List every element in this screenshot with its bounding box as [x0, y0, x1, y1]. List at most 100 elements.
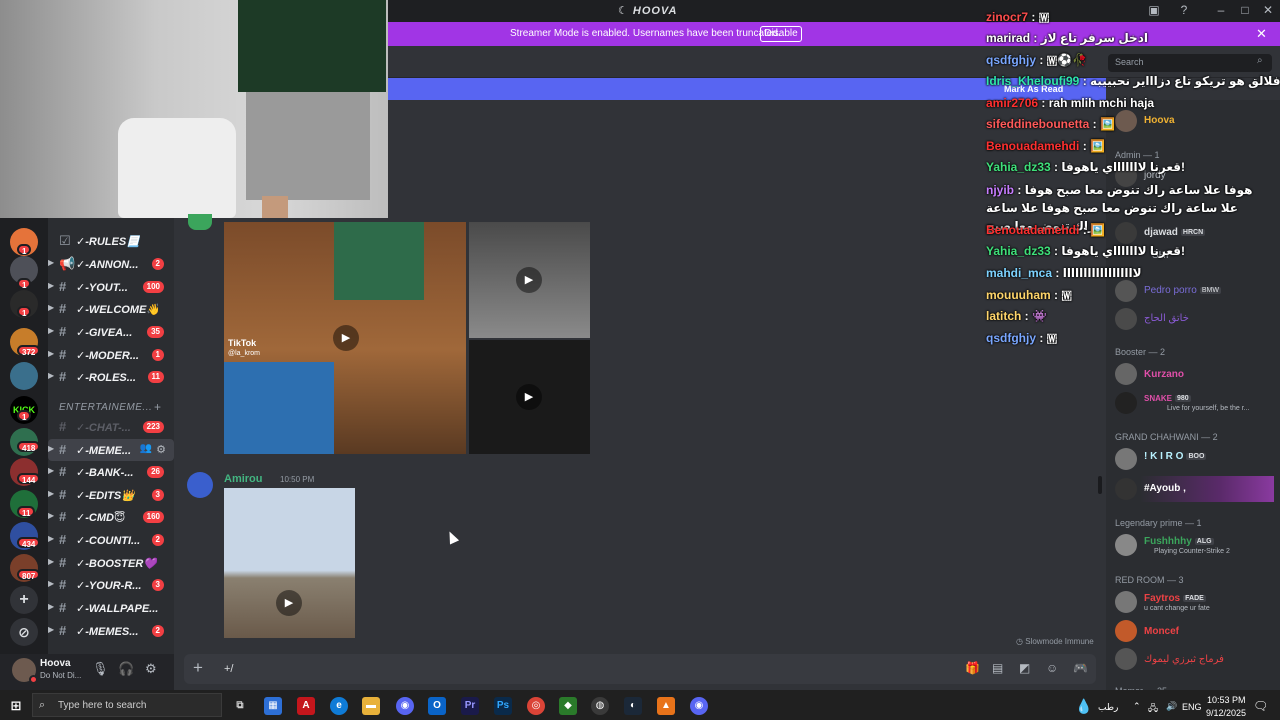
minimize-button[interactable]: – [1213, 3, 1229, 17]
close-window-button[interactable]: ✕ [1260, 3, 1276, 17]
play-icon[interactable]: ▶ [276, 590, 302, 616]
channel-chat[interactable]: # ✓-CHAT-... 223 [48, 416, 174, 438]
obs-icon[interactable]: ◍ [591, 697, 609, 715]
channel-bank[interactable]: ▶ # ✓-BANK-... 26 [48, 461, 174, 483]
discord-icon[interactable]: ◉ [396, 697, 414, 715]
microphone-icon[interactable]: 🎙 [92, 661, 109, 677]
avatar[interactable] [1115, 591, 1137, 613]
avatar[interactable] [1115, 648, 1137, 670]
avatar[interactable] [1115, 280, 1137, 302]
scrollbar-thumb[interactable] [1098, 476, 1102, 494]
inbox-icon[interactable]: ▣ [1146, 3, 1162, 17]
chevron-up-icon[interactable]: ⌃ [1133, 701, 1141, 712]
message-author[interactable]: Amirou [224, 473, 263, 485]
photoshop-icon[interactable]: Ps [494, 697, 512, 715]
play-icon[interactable]: ▶ [516, 267, 542, 293]
channel-counting[interactable]: ▶ # ✓-COUNTI... 2 [48, 529, 174, 551]
gift-icon[interactable]: 🎁 [965, 661, 980, 675]
language-indicator[interactable]: ENG [1182, 702, 1202, 712]
sticker-icon[interactable]: ◩ [1019, 661, 1030, 675]
clock-date[interactable]: 9/12/2025 [1206, 708, 1246, 718]
avatar[interactable] [1115, 110, 1137, 132]
app-icon[interactable]: ▲ [657, 697, 675, 715]
avatar[interactable] [1115, 308, 1137, 330]
notification-icon[interactable]: 🗨 [1253, 699, 1268, 713]
member-name[interactable]: خاتق الحاج [1144, 313, 1189, 324]
add-attachment-icon[interactable]: + [193, 658, 203, 678]
store-icon[interactable]: ▦ [264, 697, 282, 715]
windows-start-icon[interactable]: ⊞ [7, 697, 25, 715]
member-name[interactable]: Moncef [1144, 626, 1179, 637]
video-attachment[interactable]: ▶ [469, 340, 590, 454]
disable-button[interactable]: Disable [760, 26, 802, 42]
premiere-icon[interactable]: Pr [461, 697, 479, 715]
gif-icon[interactable]: ▤ [992, 661, 1003, 675]
edge-icon[interactable]: e [330, 697, 348, 715]
steam-icon[interactable]: ◐ [624, 697, 642, 715]
channel-edits[interactable]: ▶ # ✓-EDITS👑 3 [48, 484, 174, 506]
play-icon[interactable]: ▶ [333, 325, 359, 351]
banner-close-icon[interactable]: ✕ [1256, 26, 1267, 42]
headphones-icon[interactable]: 🎧 [118, 661, 134, 677]
task-view-icon[interactable]: ⧉ [231, 697, 249, 715]
member-name[interactable]: فرماج ثبرزي ليموك [1144, 654, 1224, 665]
channel-announcements[interactable]: ▶ 📢 ✓-ANNON... 2 [48, 253, 174, 275]
channel-giveaways[interactable]: ▶ # ✓-GIVEA... 35 [48, 321, 174, 343]
member-name[interactable]: Hoova [1144, 115, 1175, 126]
gear-icon[interactable]: ⚙ [156, 443, 166, 456]
clock-time[interactable]: 10:53 PM [1207, 695, 1246, 705]
add-channel-icon[interactable]: + [154, 400, 161, 414]
channel-memes-selected[interactable]: ▶ # ✓-MEME... 👥 ⚙ [48, 439, 174, 461]
maximize-button[interactable]: □ [1237, 3, 1253, 17]
channel-memes-2[interactable]: ▶ # ✓-MEMES... 2 [48, 620, 174, 642]
channel-rules[interactable]: ☑ ✓-RULES📃 [48, 230, 174, 252]
member-name[interactable]: #Ayoub , [1144, 483, 1186, 494]
composer-text[interactable]: +/ [224, 663, 233, 675]
add-server-icon[interactable]: + [10, 586, 38, 614]
volume-icon[interactable]: 🔊 [1166, 701, 1177, 712]
server-icon[interactable] [10, 362, 38, 390]
username[interactable]: Hoova [40, 658, 71, 669]
gear-icon[interactable]: ⚙ [145, 661, 157, 677]
add-member-icon[interactable]: 👥 [140, 443, 152, 454]
adobe-icon[interactable]: A [297, 697, 315, 715]
network-icon[interactable]: 🖧 [1148, 701, 1158, 717]
channel-cmd[interactable]: ▶ # ✓-CMD😇 160 [48, 506, 174, 528]
channel-welcome[interactable]: ▶ # ✓-WELCOME👋 [48, 298, 174, 320]
activity-icon[interactable]: 🎮 [1073, 661, 1088, 675]
avatar[interactable] [1115, 392, 1137, 414]
weather-icon[interactable]: 💧 [1075, 697, 1093, 715]
avatar[interactable] [1115, 534, 1137, 556]
category-label[interactable]: ENTERTAINEME... [59, 402, 152, 413]
bot-avatar[interactable] [188, 214, 212, 230]
file-explorer-icon[interactable]: ▬ [362, 697, 380, 715]
video-attachment[interactable]: TikTok @la_krom ▶ [224, 222, 466, 454]
member-name[interactable]: Faytros FADE [1144, 593, 1206, 604]
channel-roles[interactable]: ▶ # ✓-ROLES... 11 [48, 366, 174, 388]
discover-icon[interactable]: ⊘ [10, 618, 38, 646]
member-name[interactable]: Pedro porro BMW [1144, 285, 1221, 296]
avatar[interactable] [1115, 363, 1137, 385]
video-attachment[interactable]: ▶ [469, 222, 590, 338]
member-name[interactable]: Fushhhhy ALG [1144, 536, 1214, 547]
member-name[interactable]: SNAKE 980 [1144, 394, 1191, 403]
channel-youtube[interactable]: ▶ # ✓-YOUT... 100 [48, 276, 174, 298]
help-icon[interactable]: ? [1176, 3, 1192, 17]
avatar[interactable] [1115, 478, 1137, 500]
outlook-icon[interactable]: O [428, 697, 446, 715]
avatar[interactable] [187, 472, 213, 498]
app-icon[interactable]: ◆ [559, 697, 577, 715]
avatar[interactable] [1115, 620, 1137, 642]
channel-moderation[interactable]: ▶ # ✓-MODER... 1 [48, 344, 174, 366]
channel-your-r[interactable]: ▶ # ✓-YOUR-R... 3 [48, 574, 174, 596]
discord-icon[interactable]: ◉ [690, 697, 708, 715]
chrome-icon[interactable]: ◎ [527, 697, 545, 715]
channel-wallpapers[interactable]: ▶ # ✓-WALLPAPE... [48, 597, 174, 619]
member-name[interactable]: ! K I R O BOO [1144, 451, 1207, 462]
member-name[interactable]: Kurzano [1144, 369, 1184, 380]
avatar[interactable] [1115, 448, 1137, 470]
play-icon[interactable]: ▶ [516, 384, 542, 410]
channel-booster[interactable]: ▶ # ✓-BOOSTER💜 [48, 552, 174, 574]
emoji-icon[interactable]: ☺ [1046, 661, 1058, 675]
video-attachment[interactable]: ▶ [224, 488, 355, 638]
